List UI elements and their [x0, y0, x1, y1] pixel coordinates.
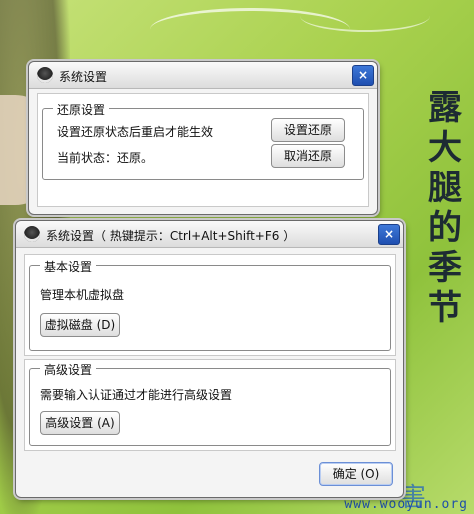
app-icon	[37, 67, 53, 83]
close-button[interactable]: ×	[352, 65, 374, 86]
restore-settings-dialog: 系统设置 × 还原设置 设置还原状态后重启才能生效 当前状态：还原。 设置还原 …	[28, 61, 378, 215]
watermark: www.wooyun.org	[344, 497, 468, 512]
basic-description: 管理本机虚拟盘	[40, 288, 125, 302]
group-title: 还原设置	[53, 101, 110, 118]
dialog-titlebar[interactable]: 系统设置（ 热键提示：Ctrl+Alt+Shift+F6 ） ×	[16, 221, 403, 248]
wallpaper-char: 腿	[428, 168, 462, 208]
set-restore-button[interactable]: 设置还原	[271, 118, 345, 142]
group-title: 基本设置	[40, 258, 97, 275]
restore-description: 设置还原状态后重启才能生效	[57, 125, 214, 139]
wallpaper-vertical-text: 露 大 腿 的 季 节	[425, 88, 465, 328]
virtual-disk-button[interactable]: 虚拟磁盘 (D)	[40, 313, 120, 337]
dialog-titlebar[interactable]: 系统设置 ×	[29, 62, 377, 89]
close-button[interactable]: ×	[378, 224, 400, 245]
wallpaper-swirl	[300, 0, 430, 32]
ok-button[interactable]: 确定 (O)	[319, 462, 393, 486]
wallpaper-char: 大	[428, 128, 462, 168]
group-title: 高级设置	[40, 361, 97, 378]
wallpaper-char: 的	[428, 208, 462, 248]
dialog-content-panel: 还原设置 设置还原状态后重启才能生效 当前状态：还原。 设置还原 取消还原	[37, 93, 369, 207]
advanced-settings-panel: 高级设置 需要输入认证通过才能进行高级设置 高级设置 (A)	[24, 359, 396, 451]
current-status-text: 当前状态：还原。	[57, 151, 154, 165]
basic-settings-panel: 基本设置 管理本机虚拟盘 虚拟磁盘 (D)	[24, 254, 396, 356]
advanced-settings-group: 高级设置 需要输入认证通过才能进行高级设置 高级设置 (A)	[29, 361, 391, 446]
wallpaper-char: 节	[428, 288, 462, 328]
wallpaper-char: 季	[428, 248, 462, 288]
restore-settings-group: 还原设置 设置还原状态后重启才能生效 当前状态：还原。 设置还原 取消还原	[42, 101, 364, 180]
app-icon	[24, 226, 40, 242]
advanced-description: 需要输入认证通过才能进行高级设置	[40, 388, 233, 402]
dialog-title: 系统设置	[59, 70, 108, 84]
system-settings-dialog: 系统设置（ 热键提示：Ctrl+Alt+Shift+F6 ） × 基本设置 管理…	[15, 220, 404, 498]
cancel-restore-button[interactable]: 取消还原	[271, 144, 345, 168]
wallpaper-char: 露	[428, 88, 462, 128]
advanced-settings-button[interactable]: 高级设置 (A)	[40, 411, 120, 435]
basic-settings-group: 基本设置 管理本机虚拟盘 虚拟磁盘 (D)	[29, 258, 391, 351]
dialog-title: 系统设置（ 热键提示：Ctrl+Alt+Shift+F6 ）	[46, 229, 296, 243]
